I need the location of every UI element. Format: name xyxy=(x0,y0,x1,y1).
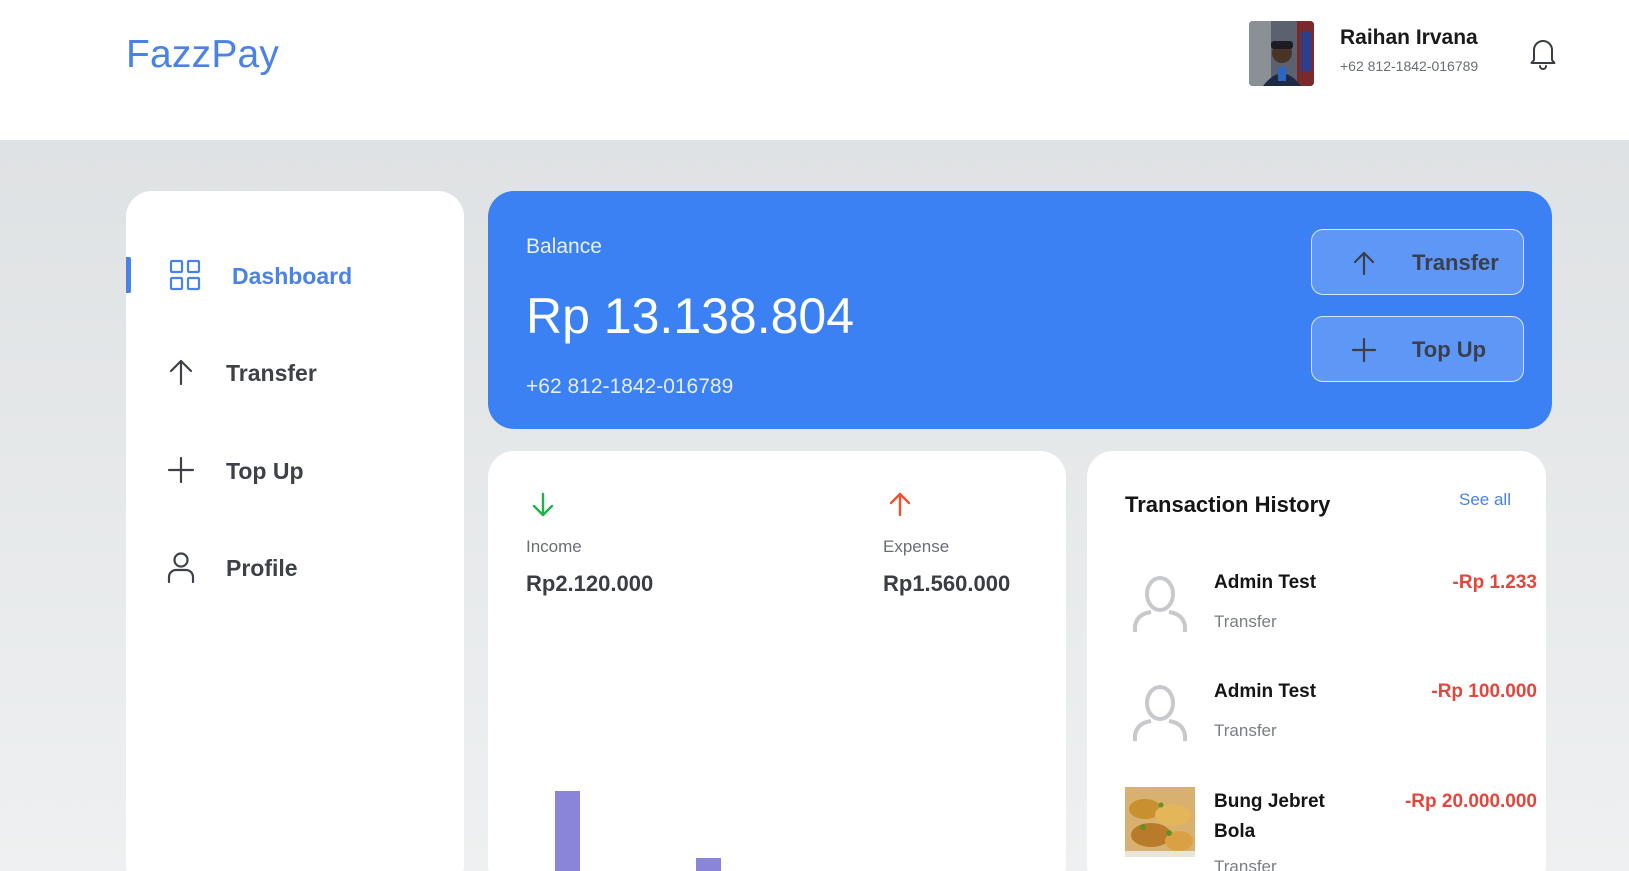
balance-amount: Rp 13.138.804 xyxy=(526,288,855,344)
transaction-amount: -Rp 20.000.000 xyxy=(1404,791,1537,812)
sidebar-item-label: Dashboard xyxy=(232,262,353,289)
transaction-type: Transfer xyxy=(1214,612,1277,631)
arrow-up-icon xyxy=(1350,249,1378,277)
transaction-history-panel: Transaction History See all Admin Test T… xyxy=(1087,451,1546,871)
chart-bar xyxy=(696,858,721,871)
transaction-amount: -Rp 1.233 xyxy=(1452,572,1537,593)
sidebar-item-topup[interactable]: Top Up xyxy=(126,449,464,493)
sidebar: Dashboard Transfer Top Up Profile xyxy=(126,191,464,871)
top-header: FazzPay Raihan Irvana +62 812-1842-01678… xyxy=(0,0,1629,140)
arrow-down-icon xyxy=(528,490,558,520)
grid-icon xyxy=(168,258,202,292)
active-indicator xyxy=(126,257,131,293)
bell-icon[interactable] xyxy=(1528,36,1558,70)
transfer-button-label: Transfer xyxy=(1412,250,1499,275)
topup-button-label: Top Up xyxy=(1412,337,1487,362)
balance-phone: +62 812-1842-016789 xyxy=(526,375,734,398)
user-icon xyxy=(164,550,198,584)
transfer-button[interactable]: Transfer xyxy=(1311,229,1524,295)
topup-button[interactable]: Top Up xyxy=(1311,316,1524,382)
income-label: Income xyxy=(526,537,582,556)
plus-icon xyxy=(164,453,198,487)
see-all-link[interactable]: See all xyxy=(1459,490,1511,510)
balance-label: Balance xyxy=(526,235,602,258)
arrow-up-icon xyxy=(164,355,198,389)
transaction-name: Bung Jebret Bola xyxy=(1214,791,1325,842)
food-photo xyxy=(1125,787,1195,857)
chart-bar xyxy=(555,791,580,871)
transaction-history-title: Transaction History xyxy=(1125,492,1331,517)
sidebar-item-label: Profile xyxy=(226,554,298,581)
transaction-item[interactable]: Bung Jebret Bola Transfer -Rp 20.000.000 xyxy=(1125,787,1537,871)
user-phone: +62 812-1842-016789 xyxy=(1340,58,1479,74)
transaction-amount: -Rp 100.000 xyxy=(1431,681,1537,702)
avatar[interactable] xyxy=(1249,21,1314,86)
default-user-icon xyxy=(1125,568,1195,638)
income-value: Rp2.120.000 xyxy=(526,571,654,596)
sidebar-item-transfer[interactable]: Transfer xyxy=(126,351,464,395)
sidebar-item-label: Top Up xyxy=(226,457,304,484)
expense-label: Expense xyxy=(883,537,950,556)
transaction-type: Transfer xyxy=(1214,857,1277,871)
expense-value: Rp1.560.000 xyxy=(883,571,1011,596)
transaction-name: Admin Test xyxy=(1214,572,1317,593)
transaction-name: Admin Test xyxy=(1214,681,1317,702)
income-expense-panel: Income Rp2.120.000 Expense Rp1.560.000 xyxy=(488,451,1066,871)
sidebar-item-label: Transfer xyxy=(226,359,317,386)
arrow-up-icon xyxy=(885,489,915,519)
plus-icon xyxy=(1350,336,1378,364)
transaction-item[interactable]: Admin Test Transfer -Rp 100.000 xyxy=(1125,677,1537,767)
brand-logo[interactable]: FazzPay xyxy=(126,33,279,77)
balance-card: Balance Rp 13.138.804 +62 812-1842-01678… xyxy=(488,191,1552,429)
user-name: Raihan Irvana xyxy=(1340,26,1478,49)
transaction-item[interactable]: Admin Test Transfer -Rp 1.233 xyxy=(1125,568,1537,658)
default-user-icon xyxy=(1125,677,1195,747)
transaction-type: Transfer xyxy=(1214,721,1277,740)
sidebar-item-dashboard[interactable]: Dashboard xyxy=(126,254,464,298)
sidebar-item-profile[interactable]: Profile xyxy=(126,546,464,590)
